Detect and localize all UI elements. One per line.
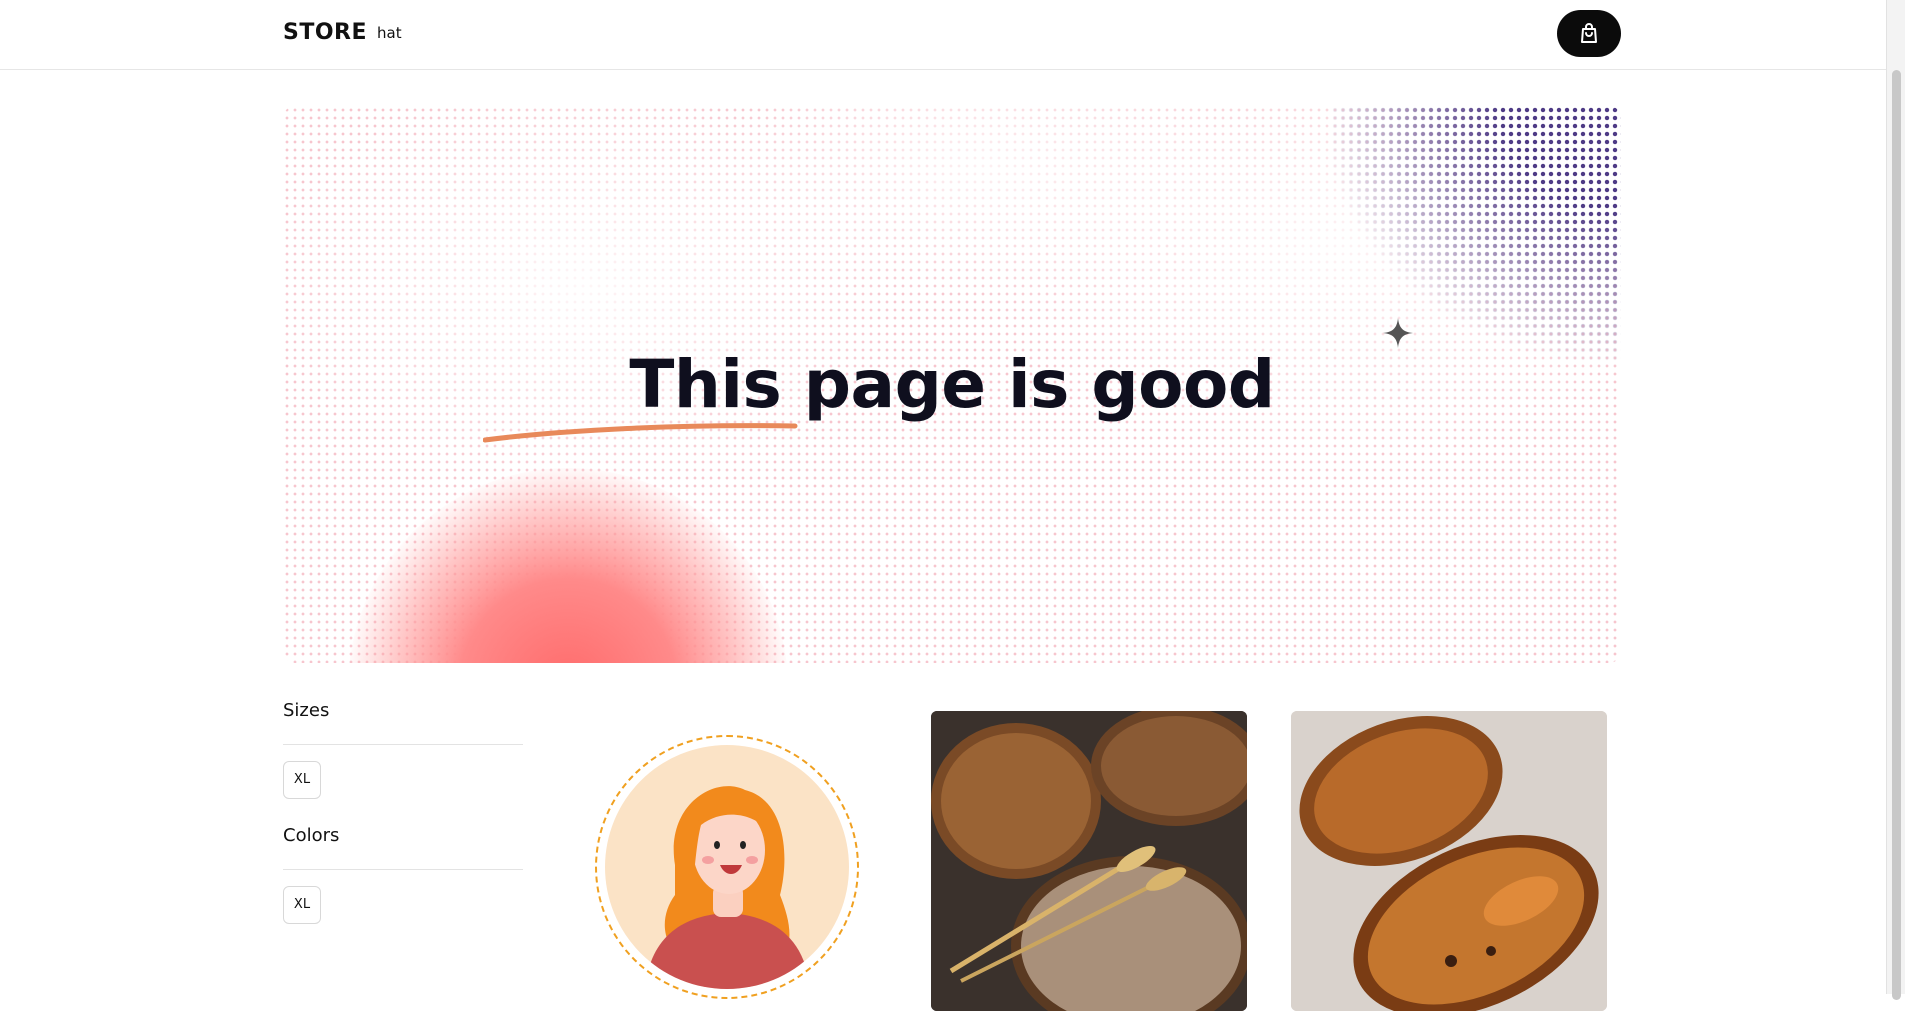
shopping-bag-icon — [1581, 22, 1597, 43]
hero-banner: This page is good — [283, 106, 1621, 663]
scrollbar-thumb[interactable] — [1892, 70, 1901, 1000]
sizes-divider — [283, 744, 523, 745]
page-scrollbar[interactable] — [1886, 0, 1905, 1000]
girl-avatar-illustration — [645, 786, 810, 989]
product-card-avatar[interactable] — [595, 735, 859, 999]
size-chip-xl[interactable]: XL — [283, 761, 321, 799]
hero-title: This page is good — [629, 346, 1275, 423]
site-header: STORE hat — [0, 0, 1887, 70]
nav-link-hat[interactable]: hat — [377, 24, 402, 42]
color-chip-xl[interactable]: XL — [283, 886, 321, 924]
sparkle-icon — [1383, 318, 1413, 348]
colors-divider — [283, 869, 523, 870]
girl-avatar-image — [605, 745, 849, 989]
hero-purple-dots — [1331, 106, 1621, 386]
filters-sidebar: Sizes XL Colors XL — [283, 700, 523, 924]
colors-heading: Colors — [283, 825, 340, 846]
sizes-heading: Sizes — [283, 700, 330, 721]
cart-button[interactable] — [1557, 10, 1621, 57]
product-card-croissant[interactable] — [1291, 711, 1607, 1011]
product-card-bread[interactable] — [931, 711, 1247, 1011]
bread-loaves-image — [931, 711, 1247, 1011]
store-logo[interactable]: STORE — [283, 20, 367, 45]
croissants-image — [1291, 711, 1607, 1011]
